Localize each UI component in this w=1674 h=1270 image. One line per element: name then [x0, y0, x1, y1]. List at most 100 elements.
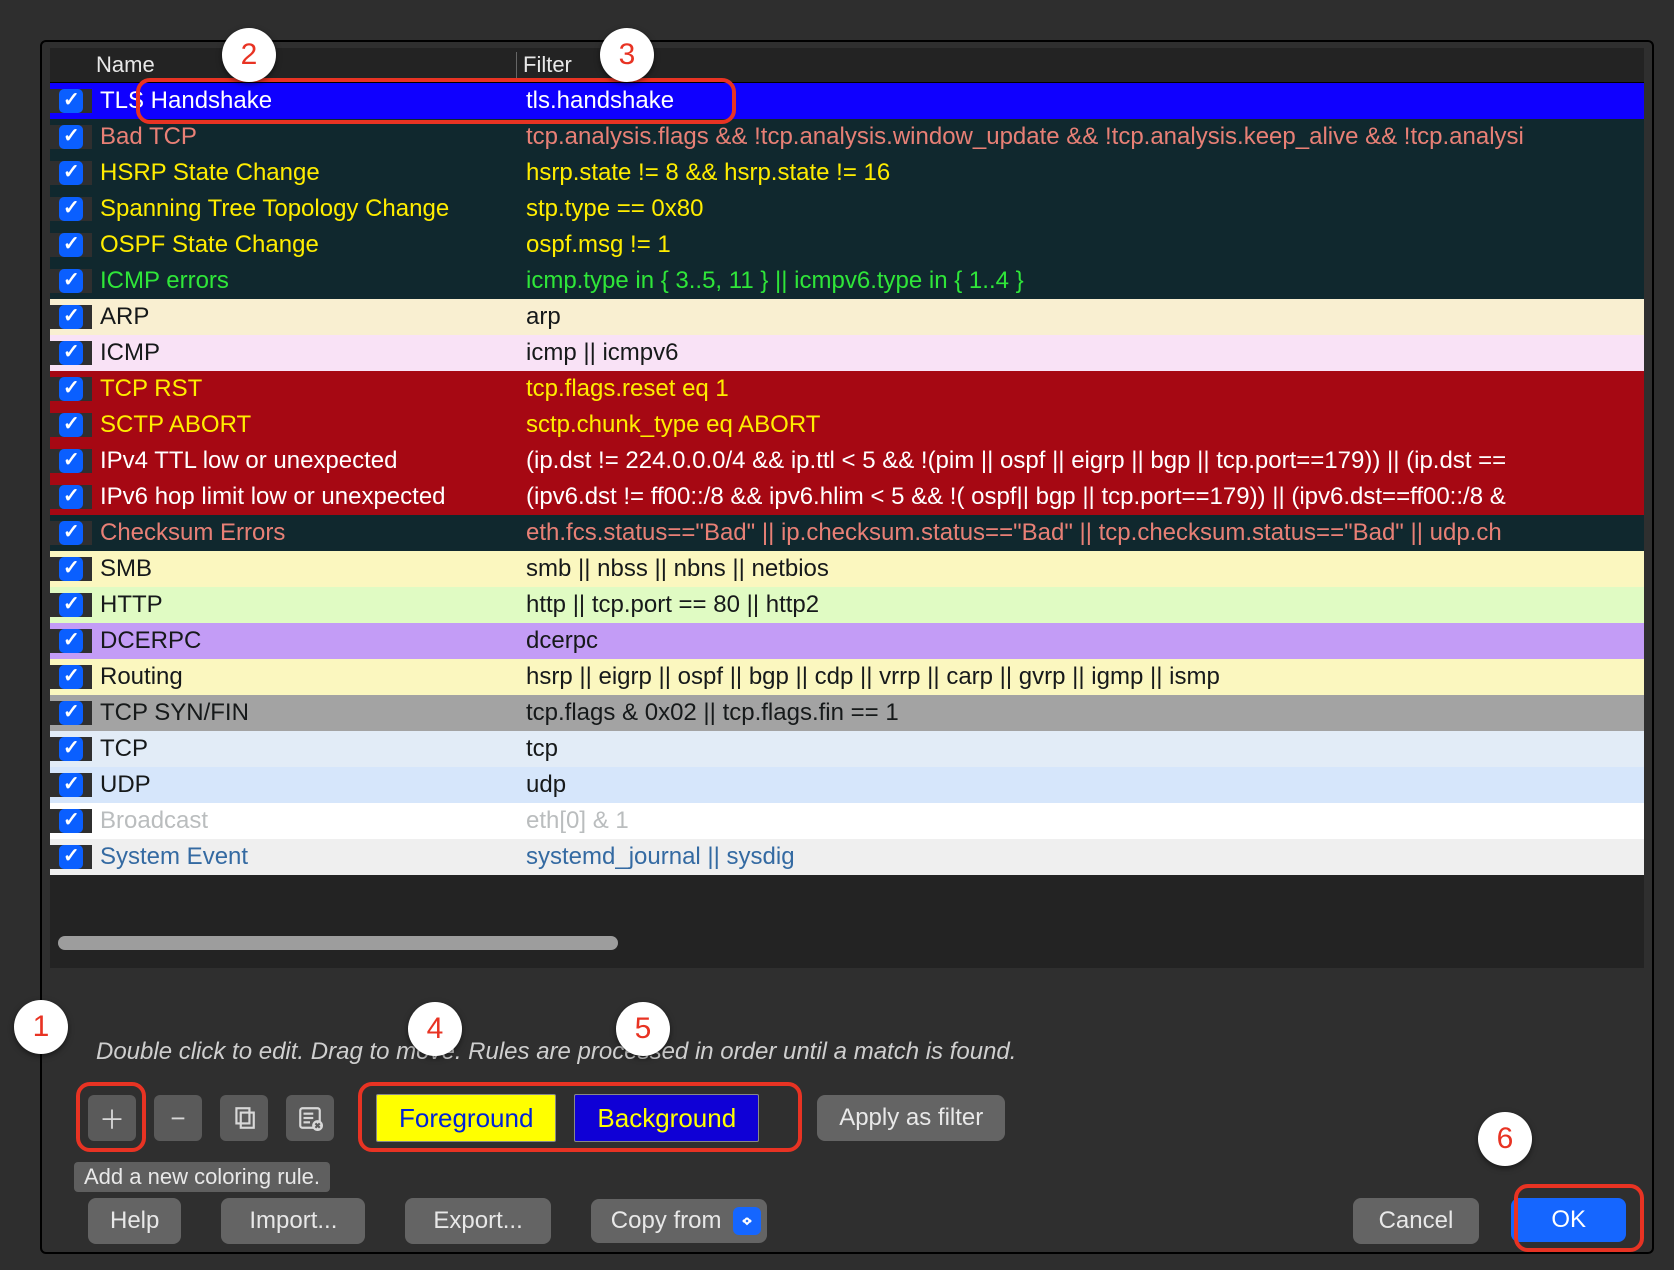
row-name[interactable]: Broadcast: [92, 807, 520, 835]
table-row[interactable]: TCPtcp: [50, 731, 1644, 767]
row-checkbox[interactable]: [59, 233, 83, 257]
table-row[interactable]: ICMPicmp || icmpv6: [50, 335, 1644, 371]
row-checkbox[interactable]: [59, 485, 83, 509]
row-name[interactable]: SMB: [92, 555, 520, 583]
row-name[interactable]: ICMP errors: [92, 267, 520, 295]
row-filter[interactable]: http || tcp.port == 80 || http2: [520, 591, 1644, 619]
table-row[interactable]: Spanning Tree Topology Changestp.type ==…: [50, 191, 1644, 227]
row-filter[interactable]: sctp.chunk_type eq ABORT: [520, 411, 1644, 439]
column-header-filter[interactable]: Filter: [516, 52, 1644, 78]
row-name[interactable]: ARP: [92, 303, 520, 331]
row-filter[interactable]: arp: [520, 303, 1644, 331]
import-button[interactable]: Import...: [221, 1198, 365, 1244]
row-filter[interactable]: tcp: [520, 735, 1644, 763]
table-row[interactable]: TCP RSTtcp.flags.reset eq 1: [50, 371, 1644, 407]
row-filter[interactable]: icmp || icmpv6: [520, 339, 1644, 367]
row-name[interactable]: HTTP: [92, 591, 520, 619]
row-filter[interactable]: tcp.flags & 0x02 || tcp.flags.fin == 1: [520, 699, 1644, 727]
row-filter[interactable]: tcp.flags.reset eq 1: [520, 375, 1644, 403]
column-header-name[interactable]: Name: [92, 52, 516, 78]
row-filter[interactable]: dcerpc: [520, 627, 1644, 655]
row-name[interactable]: IPv6 hop limit low or unexpected: [92, 483, 520, 511]
row-name[interactable]: TCP SYN/FIN: [92, 699, 520, 727]
row-checkbox[interactable]: [59, 89, 83, 113]
row-filter[interactable]: icmp.type in { 3..5, 11 } || icmpv6.type…: [520, 267, 1644, 295]
row-name[interactable]: UDP: [92, 771, 520, 799]
background-button[interactable]: Background: [574, 1094, 759, 1142]
row-filter[interactable]: smb || nbss || nbns || netbios: [520, 555, 1644, 583]
row-checkbox[interactable]: [59, 125, 83, 149]
row-name[interactable]: TCP: [92, 735, 520, 763]
row-checkbox[interactable]: [59, 593, 83, 617]
row-name[interactable]: DCERPC: [92, 627, 520, 655]
row-filter[interactable]: (ip.dst != 224.0.0.0/4 && ip.ttl < 5 && …: [520, 447, 1644, 475]
copy-from-dropdown[interactable]: Copy from: [591, 1199, 768, 1243]
remove-rule-button[interactable]: −: [154, 1095, 202, 1141]
table-row[interactable]: ARParp: [50, 299, 1644, 335]
row-name[interactable]: SCTP ABORT: [92, 411, 520, 439]
copy-rule-button[interactable]: [220, 1095, 268, 1141]
row-checkbox[interactable]: [59, 845, 83, 869]
row-filter[interactable]: eth[0] & 1: [520, 807, 1644, 835]
row-checkbox[interactable]: [59, 665, 83, 689]
row-checkbox[interactable]: [59, 197, 83, 221]
row-checkbox[interactable]: [59, 161, 83, 185]
horizontal-scrollbar[interactable]: [58, 936, 618, 950]
table-row[interactable]: IPv6 hop limit low or unexpected(ipv6.ds…: [50, 479, 1644, 515]
table-row[interactable]: Bad TCPtcp.analysis.flags && !tcp.analys…: [50, 119, 1644, 155]
row-filter[interactable]: hsrp || eigrp || ospf || bgp || cdp || v…: [520, 663, 1644, 691]
table-row[interactable]: SCTP ABORTsctp.chunk_type eq ABORT: [50, 407, 1644, 443]
row-name[interactable]: IPv4 TTL low or unexpected: [92, 447, 520, 475]
row-checkbox[interactable]: [59, 629, 83, 653]
table-row[interactable]: HTTPhttp || tcp.port == 80 || http2: [50, 587, 1644, 623]
table-row[interactable]: Checksum Errorseth.fcs.status=="Bad" || …: [50, 515, 1644, 551]
row-checkbox[interactable]: [59, 449, 83, 473]
row-filter[interactable]: udp: [520, 771, 1644, 799]
row-checkbox[interactable]: [59, 413, 83, 437]
help-button[interactable]: Help: [88, 1198, 181, 1244]
table-row[interactable]: System Eventsystemd_journal || sysdig: [50, 839, 1644, 875]
table-row[interactable]: SMBsmb || nbss || nbns || netbios: [50, 551, 1644, 587]
row-name[interactable]: Routing: [92, 663, 520, 691]
row-checkbox[interactable]: [59, 269, 83, 293]
row-checkbox[interactable]: [59, 341, 83, 365]
table-row[interactable]: TLS Handshaketls.handshake: [50, 83, 1644, 119]
row-name[interactable]: Spanning Tree Topology Change: [92, 195, 520, 223]
row-filter[interactable]: (ipv6.dst != ff00::/8 && ipv6.hlim < 5 &…: [520, 483, 1644, 511]
row-filter[interactable]: tcp.analysis.flags && !tcp.analysis.wind…: [520, 123, 1644, 151]
row-checkbox[interactable]: [59, 773, 83, 797]
row-name[interactable]: TLS Handshake: [92, 87, 520, 115]
row-filter[interactable]: stp.type == 0x80: [520, 195, 1644, 223]
row-name[interactable]: ICMP: [92, 339, 520, 367]
table-row[interactable]: HSRP State Changehsrp.state != 8 && hsrp…: [50, 155, 1644, 191]
table-row[interactable]: ICMP errorsicmp.type in { 3..5, 11 } || …: [50, 263, 1644, 299]
apply-as-filter-button[interactable]: Apply as filter: [817, 1095, 1005, 1141]
row-filter[interactable]: hsrp.state != 8 && hsrp.state != 16: [520, 159, 1644, 187]
export-button[interactable]: Export...: [405, 1198, 550, 1244]
row-name[interactable]: Checksum Errors: [92, 519, 520, 547]
table-row[interactable]: UDPudp: [50, 767, 1644, 803]
row-name[interactable]: Bad TCP: [92, 123, 520, 151]
ok-button[interactable]: OK: [1511, 1198, 1626, 1242]
clear-rules-button[interactable]: [286, 1095, 334, 1141]
table-row[interactable]: Routinghsrp || eigrp || ospf || bgp || c…: [50, 659, 1644, 695]
row-name[interactable]: TCP RST: [92, 375, 520, 403]
row-checkbox[interactable]: [59, 737, 83, 761]
add-rule-button[interactable]: ＋: [88, 1095, 136, 1141]
row-filter[interactable]: systemd_journal || sysdig: [520, 843, 1644, 871]
row-filter[interactable]: ospf.msg != 1: [520, 231, 1644, 259]
table-row[interactable]: Broadcasteth[0] & 1: [50, 803, 1644, 839]
coloring-rules-table[interactable]: Name Filter TLS Handshaketls.handshakeBa…: [50, 48, 1644, 968]
row-name[interactable]: OSPF State Change: [92, 231, 520, 259]
table-row[interactable]: TCP SYN/FINtcp.flags & 0x02 || tcp.flags…: [50, 695, 1644, 731]
table-row[interactable]: OSPF State Changeospf.msg != 1: [50, 227, 1644, 263]
table-row[interactable]: IPv4 TTL low or unexpected(ip.dst != 224…: [50, 443, 1644, 479]
row-checkbox[interactable]: [59, 521, 83, 545]
row-checkbox[interactable]: [59, 809, 83, 833]
row-checkbox[interactable]: [59, 557, 83, 581]
row-filter[interactable]: eth.fcs.status=="Bad" || ip.checksum.sta…: [520, 519, 1644, 547]
row-checkbox[interactable]: [59, 377, 83, 401]
foreground-button[interactable]: Foreground: [376, 1094, 556, 1142]
table-row[interactable]: DCERPCdcerpc: [50, 623, 1644, 659]
row-name[interactable]: HSRP State Change: [92, 159, 520, 187]
